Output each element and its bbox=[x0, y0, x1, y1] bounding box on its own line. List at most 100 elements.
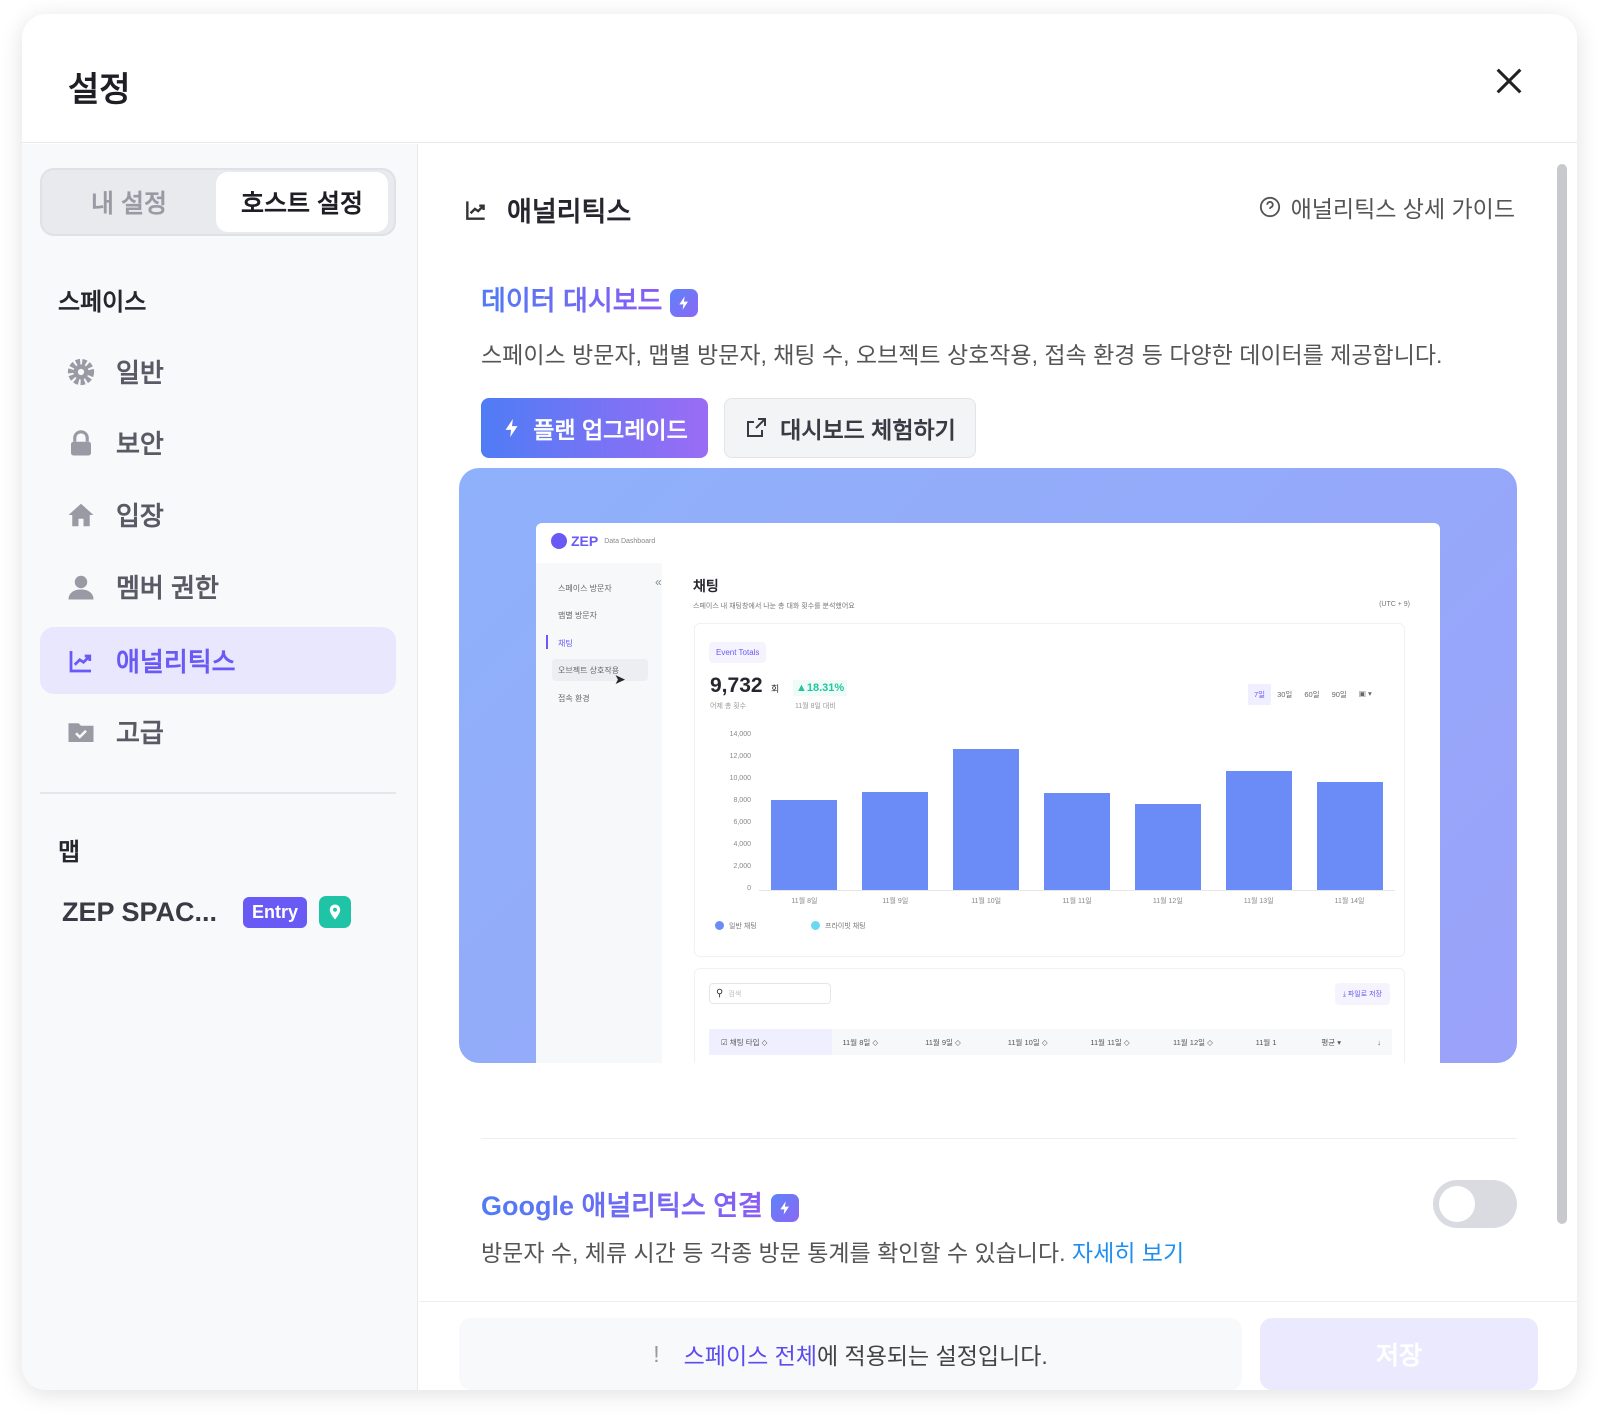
y-tick-label: 8,000 bbox=[733, 797, 751, 804]
legend-label: 일반 채팅 bbox=[729, 923, 757, 930]
table-header-cell[interactable]: 11월 10일 ◇ bbox=[998, 1037, 1081, 1048]
chart-bar bbox=[1225, 771, 1292, 890]
preview-nav-item: 스페이스 방문자 bbox=[558, 584, 612, 593]
bolt-icon bbox=[670, 288, 699, 317]
tab-my-settings[interactable]: 내 설정 bbox=[44, 172, 214, 232]
help-circle-icon bbox=[1259, 196, 1280, 218]
preview-export: ⤓ 파일로 저장 bbox=[1334, 983, 1390, 1005]
chart-bar bbox=[953, 749, 1020, 890]
page-heading: 애널리틱스 bbox=[463, 190, 631, 229]
x-tick-label: 11월 13일 bbox=[1243, 898, 1274, 905]
bolt-icon bbox=[505, 418, 518, 438]
sidebar-item-entry[interactable]: 입장 bbox=[40, 481, 396, 548]
legend-label: 프라이빗 채팅 bbox=[825, 923, 866, 930]
google-description: 방문자 수, 체류 시간 등 각종 방문 통계를 확인할 수 있습니다. 자세히… bbox=[481, 1234, 1184, 1268]
map-item[interactable]: ZEP SPAC... Entry bbox=[62, 896, 352, 928]
table-header-cell[interactable]: ☑ 채팅 타입 ◇ bbox=[709, 1029, 833, 1055]
settings-tabs: 내 설정 호스트 설정 bbox=[40, 168, 396, 236]
tab-host-settings[interactable]: 호스트 설정 bbox=[216, 172, 388, 232]
preview-dashboard: ZEP Data Dashboard 스페이스 방문자 맵별 방문자 채팅 오브… bbox=[536, 523, 1440, 1063]
google-analytics-title: Google 애널리틱스 연결 bbox=[481, 1184, 799, 1223]
info-icon: ! bbox=[653, 1340, 660, 1367]
preview-nav-item: 맵별 방문자 bbox=[558, 611, 598, 620]
preview-search: ⚲ 검색 bbox=[709, 983, 831, 1004]
lock-icon bbox=[71, 429, 91, 455]
bolt-icon bbox=[770, 1193, 799, 1222]
x-tick-label: 11월 9일 bbox=[882, 898, 909, 905]
sidebar-item-label: 보안 bbox=[116, 429, 164, 459]
preview-table-card: ⚲ 검색 ⤓ 파일로 저장 ☑ 채팅 타입 ◇ 11월 8일 ◇ 11월 9일 ◇ 11… bbox=[694, 968, 1405, 1063]
map-pin-icon bbox=[319, 896, 352, 928]
sidebar-item-general[interactable]: 일반 bbox=[40, 338, 396, 405]
entry-badge: Entry bbox=[243, 896, 308, 928]
preview-bar-chart: 0 2,000 4,000 6,000 8,000 10,000 12,000 14,000 1… bbox=[695, 624, 1406, 958]
cursor-icon: ➤ bbox=[614, 671, 626, 687]
try-dashboard-label: 대시보드 체험하기 bbox=[780, 417, 956, 443]
table-header-cell[interactable]: 11월 8일 ◇ bbox=[832, 1037, 915, 1048]
main-panel: 애널리틱스 애널리틱스 상세 가이드 데이터 대시보드 스페이스 방문자, 맵별… bbox=[419, 144, 1577, 1390]
collapse-icon: « bbox=[655, 575, 662, 589]
x-tick-label: 11월 11일 bbox=[1062, 898, 1092, 905]
try-dashboard-button[interactable]: 대시보드 체험하기 bbox=[724, 398, 976, 458]
sidebar-item-member-permissions[interactable]: 멤버 권한 bbox=[40, 553, 396, 620]
dashboard-section-title: 데이터 대시보드 bbox=[481, 279, 699, 318]
google-title-text: Google 애널리틱스 연결 bbox=[481, 1191, 763, 1221]
sidebar-item-label: 입장 bbox=[116, 501, 164, 531]
sidebar-item-advanced[interactable]: 고급 bbox=[40, 698, 396, 765]
analytics-icon bbox=[69, 650, 92, 672]
preview-chart-card: Event Totals 9,732 회 ▲18.31% 어제 총 횟수 11월… bbox=[694, 623, 1405, 957]
x-tick-label: 11월 10일 bbox=[971, 898, 1002, 905]
section-divider bbox=[481, 1138, 1517, 1139]
chart-bar bbox=[1134, 804, 1201, 890]
table-header-cell[interactable]: 11월 1 bbox=[1246, 1037, 1312, 1048]
guide-link-label: 애널리틱스 상세 가이드 bbox=[1290, 196, 1515, 222]
preview-table-header: ☑ 채팅 타입 ◇ 11월 8일 ◇ 11월 9일 ◇ 11월 10일 ◇ 11월 11… bbox=[709, 1029, 1392, 1055]
table-header-cell[interactable]: 11월 12일 ◇ bbox=[1163, 1037, 1246, 1048]
table-header-cell[interactable]: 평균 ▾ bbox=[1311, 1037, 1366, 1048]
preview-nav-item: 오브젝트 상호작용 bbox=[558, 666, 620, 675]
notice-highlight: 스페이스 전체 bbox=[683, 1343, 817, 1369]
sidebar-item-label: 멤버 권한 bbox=[116, 573, 219, 603]
preview-nav-item: 접속 환경 bbox=[558, 694, 590, 703]
section-map: 맵 bbox=[58, 839, 81, 866]
sidebar-item-label: 일반 bbox=[116, 358, 164, 388]
y-tick-label: 6,000 bbox=[733, 819, 751, 826]
chart-bar bbox=[1316, 782, 1383, 890]
y-tick-label: 4,000 bbox=[733, 841, 751, 848]
x-tick-label: 11월 8일 bbox=[791, 898, 818, 905]
gear-icon bbox=[67, 358, 95, 385]
upgrade-plan-button[interactable]: 플랜 업그레이드 bbox=[481, 398, 708, 458]
section-space: 스페이스 bbox=[58, 289, 147, 316]
preview-page-sub: 스페이스 내 채팅창에서 나눈 총 대화 횟수를 분석했어요 bbox=[693, 603, 855, 610]
close-icon[interactable] bbox=[1492, 64, 1526, 98]
scrollbar[interactable] bbox=[1557, 164, 1567, 1224]
settings-modal: 설정 내 설정 호스트 설정 스페이스 일반 보안 입장 멤버 권한 애널리틱스… bbox=[22, 14, 1577, 1390]
dashboard-preview-image: ZEP Data Dashboard 스페이스 방문자 맵별 방문자 채팅 오브… bbox=[459, 468, 1517, 1063]
sidebar-item-analytics[interactable]: 애널리틱스 bbox=[40, 627, 396, 694]
learn-more-link[interactable]: 자세히 보기 bbox=[1072, 1240, 1184, 1266]
settings-scope-notice: ! 스페이스 전체 에 적용되는 설정입니다. bbox=[459, 1318, 1242, 1390]
x-axis-line bbox=[759, 890, 1395, 891]
chart-bar bbox=[771, 799, 838, 890]
x-tick-label: 11월 12일 bbox=[1152, 898, 1183, 905]
home-icon bbox=[68, 503, 94, 526]
table-header-cell[interactable]: 11월 9일 ◇ bbox=[915, 1037, 998, 1048]
modal-title: 설정 bbox=[68, 71, 131, 109]
x-tick-label: 11월 14일 bbox=[1334, 898, 1365, 905]
notice-text: 에 적용되는 설정입니다. bbox=[816, 1343, 1048, 1369]
sidebar-item-label: 애널리틱스 bbox=[116, 647, 236, 677]
y-tick-label: 10,000 bbox=[729, 775, 751, 782]
legend-dot bbox=[715, 921, 724, 930]
dashboard-title: 데이터 대시보드 bbox=[481, 286, 663, 316]
google-analytics-toggle[interactable] bbox=[1433, 1180, 1517, 1228]
table-header-cell[interactable]: 11월 11일 ◇ bbox=[1080, 1037, 1163, 1048]
dashboard-description: 스페이스 방문자, 맵별 방문자, 채팅 수, 오브젝트 상호작용, 접속 환경… bbox=[481, 342, 1443, 368]
legend-dot bbox=[811, 921, 820, 930]
sidebar-item-security[interactable]: 보안 bbox=[40, 409, 396, 476]
save-button[interactable]: 저장 bbox=[1260, 1318, 1538, 1390]
preview-page-title: 채팅 bbox=[693, 578, 719, 594]
map-name: ZEP SPAC... bbox=[62, 896, 218, 927]
guide-link[interactable]: 애널리틱스 상세 가이드 bbox=[1259, 190, 1515, 224]
sort-icon[interactable]: ↓ bbox=[1366, 1038, 1392, 1047]
google-description-text: 방문자 수, 체류 시간 등 각종 방문 통계를 확인할 수 있습니다. bbox=[481, 1240, 1066, 1266]
